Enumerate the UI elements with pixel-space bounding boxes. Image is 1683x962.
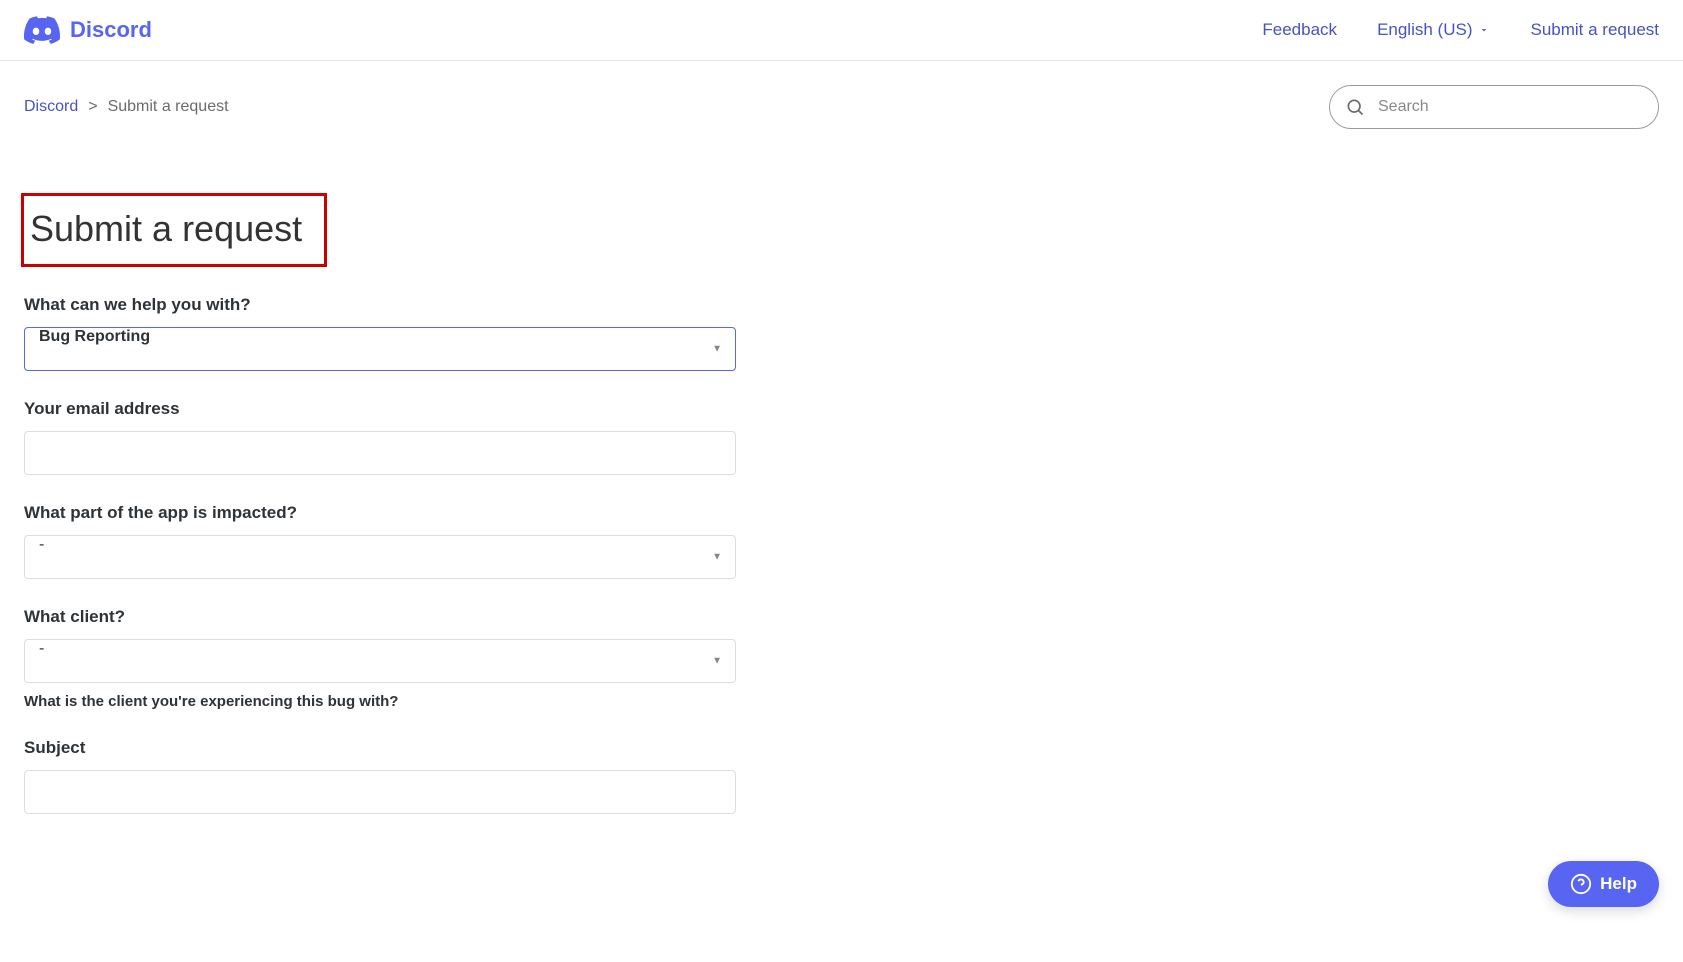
select-app-part[interactable]: - (24, 535, 736, 579)
header-nav: Feedback English (US) Submit a request (1262, 20, 1659, 40)
help-widget-button[interactable]: Help (1548, 861, 1659, 907)
breadcrumb-root[interactable]: Discord (24, 98, 78, 116)
main-content: Submit a request What can we help you wi… (0, 153, 1400, 962)
breadcrumb-current: Submit a request (108, 98, 229, 116)
breadcrumb-separator: > (88, 98, 97, 116)
select-help-with[interactable]: Bug Reporting (24, 327, 736, 371)
hint-client: What is the client you're experiencing t… (24, 693, 736, 710)
help-widget-label: Help (1600, 874, 1637, 894)
email-input[interactable] (24, 431, 736, 475)
field-subject: Subject (24, 738, 736, 814)
field-client: What client? - ▼ What is the client you'… (24, 607, 736, 710)
label-email: Your email address (24, 399, 736, 419)
language-selector[interactable]: English (US) (1377, 20, 1490, 40)
page-title: Submit a request (24, 208, 302, 250)
label-help-with: What can we help you with? (24, 295, 736, 315)
search-input[interactable] (1329, 85, 1659, 129)
field-help-with: What can we help you with? Bug Reporting… (24, 295, 736, 371)
field-email: Your email address (24, 399, 736, 475)
label-app-part: What part of the app is impacted? (24, 503, 736, 523)
logo-link[interactable]: Discord (24, 16, 152, 44)
label-client: What client? (24, 607, 736, 627)
select-client[interactable]: - (24, 639, 736, 683)
header: Discord Feedback English (US) Submit a r… (0, 0, 1683, 61)
chevron-down-icon (1478, 24, 1490, 36)
submit-request-link[interactable]: Submit a request (1530, 20, 1659, 40)
feedback-link[interactable]: Feedback (1262, 20, 1337, 40)
page-title-highlight: Submit a request (21, 193, 327, 267)
label-subject: Subject (24, 738, 736, 758)
search-icon (1345, 97, 1365, 117)
discord-icon (24, 16, 60, 44)
language-label: English (US) (1377, 20, 1472, 40)
logo-text: Discord (70, 17, 152, 43)
help-icon (1570, 873, 1592, 895)
search-wrapper (1329, 85, 1659, 129)
field-app-part: What part of the app is impacted? - ▼ (24, 503, 736, 579)
subject-input[interactable] (24, 770, 736, 814)
breadcrumb: Discord > Submit a request (24, 98, 229, 116)
subheader: Discord > Submit a request (0, 61, 1683, 153)
